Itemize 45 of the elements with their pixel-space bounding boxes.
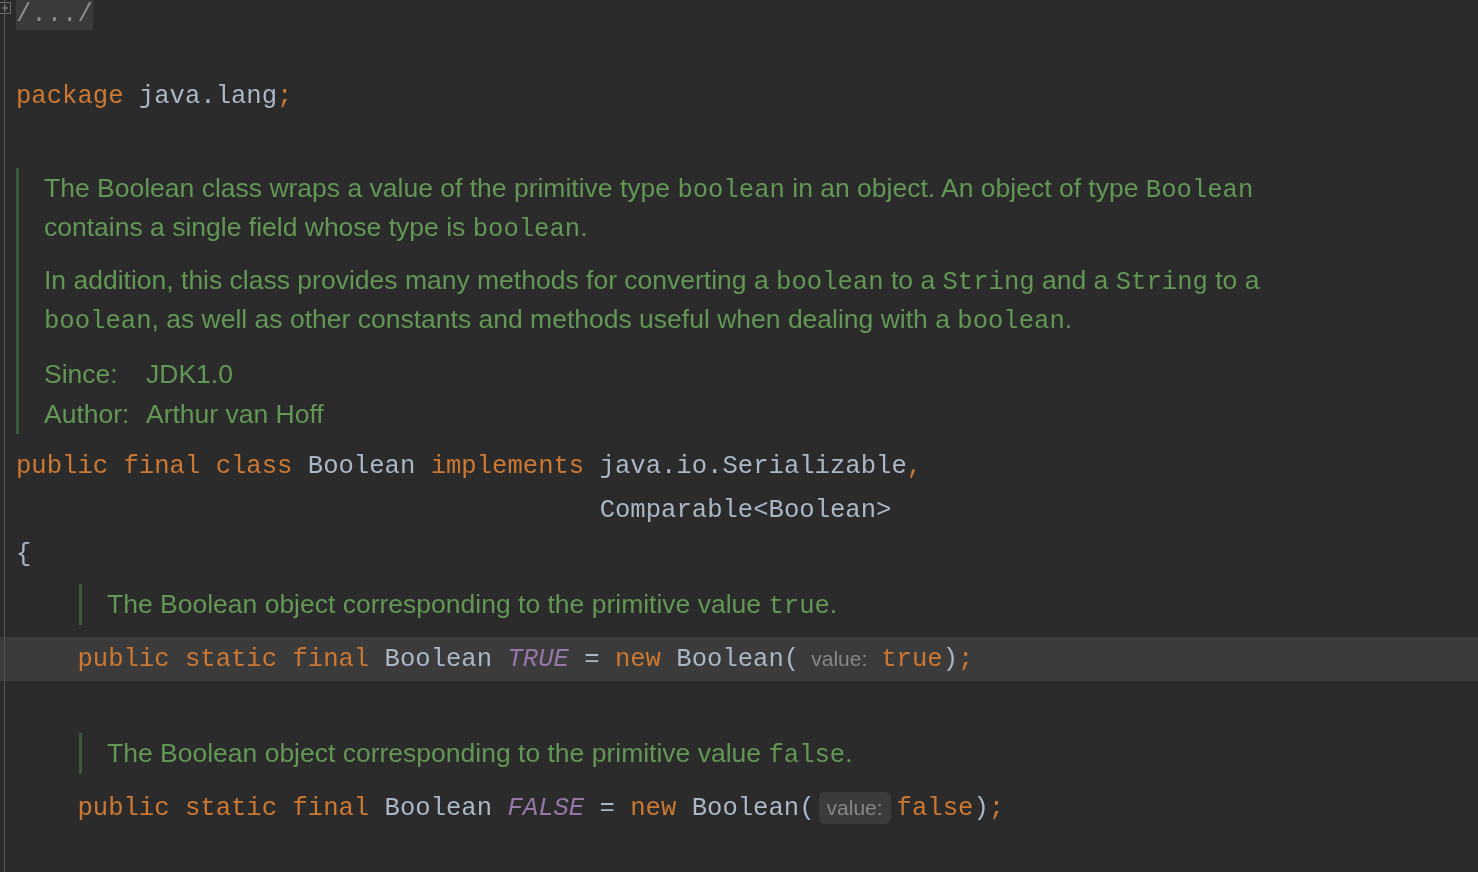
keyword: ; bbox=[988, 793, 1005, 823]
code-text: = bbox=[583, 644, 600, 674]
keyword: final bbox=[291, 644, 370, 674]
code-text: { bbox=[16, 539, 32, 569]
code-text: java.lang bbox=[137, 81, 278, 111]
keyword: new bbox=[613, 644, 661, 674]
code-text: Boolean bbox=[383, 644, 493, 674]
code-text: Boolean( bbox=[675, 644, 800, 674]
keyword: public bbox=[77, 644, 170, 674]
code-text: Boolean bbox=[306, 451, 416, 481]
keyword: false bbox=[896, 793, 974, 823]
keyword: public bbox=[16, 451, 109, 481]
keyword: final bbox=[291, 793, 370, 823]
keyword: public bbox=[77, 793, 170, 823]
code-text: ) bbox=[973, 793, 989, 823]
keyword: new bbox=[629, 793, 677, 823]
constant-name: FALSE bbox=[506, 793, 585, 823]
folded-code[interactable]: /.../ bbox=[16, 0, 93, 30]
doc-comment-text: The Boolean object corresponding to the primitive value true. bbox=[107, 588, 839, 623]
constant-name: TRUE bbox=[506, 644, 569, 674]
keyword: ; bbox=[958, 644, 974, 674]
doc-tag-label: Since: bbox=[44, 358, 119, 391]
keyword: implements bbox=[429, 451, 585, 481]
keyword: static bbox=[183, 793, 278, 823]
keyword: , bbox=[906, 451, 923, 481]
keyword: final bbox=[122, 451, 201, 481]
code-text: ) bbox=[942, 644, 959, 674]
doc-comment-text: In addition, this class provides many methods for converting a boolean to a String and a String to a boolean, as well as other constants and methods useful when dealing with a boolean. bbox=[44, 264, 1261, 338]
keyword: true bbox=[881, 644, 943, 674]
parameter-hint: value: bbox=[818, 792, 891, 824]
code-text: Boolean( bbox=[690, 793, 815, 823]
code-text: Comparable<Boolean> bbox=[599, 495, 892, 525]
keyword: ; bbox=[277, 81, 293, 111]
keyword: package bbox=[16, 81, 124, 111]
code-text: = bbox=[598, 793, 615, 823]
doc-comment-text: The Boolean object corresponding to the primitive value false. bbox=[107, 737, 854, 772]
doc-tag-label: Author: bbox=[44, 398, 131, 431]
expand-icon[interactable] bbox=[0, 2, 11, 14]
doc-tag-value: Arthur van Hoff bbox=[146, 398, 324, 431]
doc-comment-text: The Boolean class wraps a value of the primitive type boolean in an object. An object of type Boolean contains a single field whose type is boolean. bbox=[44, 172, 1255, 246]
code-text: java.io.Serializable bbox=[598, 451, 907, 481]
keyword: class bbox=[214, 451, 293, 481]
code-text: Boolean bbox=[383, 793, 493, 823]
keyword: static bbox=[183, 644, 278, 674]
doc-tag-value: JDK1.0 bbox=[146, 358, 233, 391]
